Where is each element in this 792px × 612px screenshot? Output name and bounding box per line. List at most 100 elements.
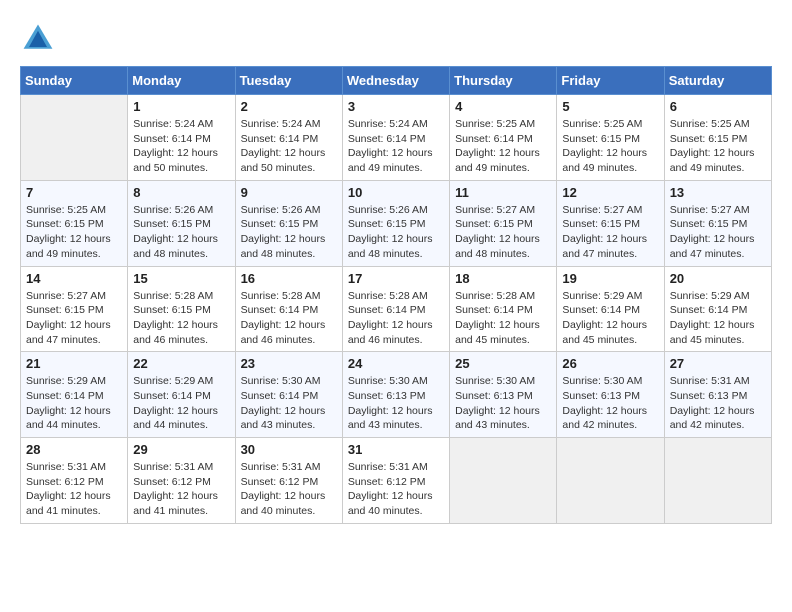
calendar-cell: 2 Sunrise: 5:24 AMSunset: 6:14 PMDaylight… <box>235 95 342 181</box>
calendar-cell: 30 Sunrise: 5:31 AMSunset: 6:12 PMDayligh… <box>235 438 342 524</box>
day-number: 14 <box>26 271 122 286</box>
day-number: 16 <box>241 271 337 286</box>
calendar-cell: 13 Sunrise: 5:27 AMSunset: 6:15 PMDayligh… <box>664 180 771 266</box>
day-number: 19 <box>562 271 658 286</box>
week-row-4: 21 Sunrise: 5:29 AMSunset: 6:14 PMDayligh… <box>21 352 772 438</box>
calendar-table: SundayMondayTuesdayWednesdayThursdayFrid… <box>20 66 772 524</box>
logo-icon <box>20 20 56 56</box>
day-number: 7 <box>26 185 122 200</box>
day-info: Sunrise: 5:24 AMSunset: 6:14 PMDaylight:… <box>348 117 444 176</box>
day-number: 9 <box>241 185 337 200</box>
day-header-saturday: Saturday <box>664 67 771 95</box>
day-info: Sunrise: 5:27 AMSunset: 6:15 PMDaylight:… <box>455 203 551 262</box>
day-number: 25 <box>455 356 551 371</box>
day-number: 24 <box>348 356 444 371</box>
day-number: 28 <box>26 442 122 457</box>
day-info: Sunrise: 5:30 AMSunset: 6:13 PMDaylight:… <box>348 374 444 433</box>
calendar-cell: 24 Sunrise: 5:30 AMSunset: 6:13 PMDayligh… <box>342 352 449 438</box>
calendar-cell: 18Sunrise: 5:28 AMSunset: 6:14 PMDayligh… <box>450 266 557 352</box>
day-info: Sunrise: 5:24 AMSunset: 6:14 PMDaylight:… <box>133 117 229 176</box>
calendar-cell: 17Sunrise: 5:28 AMSunset: 6:14 PMDayligh… <box>342 266 449 352</box>
day-number: 4 <box>455 99 551 114</box>
day-number: 5 <box>562 99 658 114</box>
calendar-cell: 1 Sunrise: 5:24 AMSunset: 6:14 PMDaylight… <box>128 95 235 181</box>
day-info: Sunrise: 5:31 AMSunset: 6:12 PMDaylight:… <box>133 460 229 519</box>
week-row-3: 14Sunrise: 5:27 AMSunset: 6:15 PMDayligh… <box>21 266 772 352</box>
calendar-cell <box>664 438 771 524</box>
calendar-cell: 19 Sunrise: 5:29 AMSunset: 6:14 PMDayligh… <box>557 266 664 352</box>
day-header-wednesday: Wednesday <box>342 67 449 95</box>
day-number: 20 <box>670 271 766 286</box>
day-info: Sunrise: 5:24 AMSunset: 6:14 PMDaylight:… <box>241 117 337 176</box>
week-row-5: 28 Sunrise: 5:31 AMSunset: 6:12 PMDayligh… <box>21 438 772 524</box>
day-info: Sunrise: 5:28 AMSunset: 6:15 PMDaylight:… <box>133 289 229 348</box>
day-info: Sunrise: 5:26 AMSunset: 6:15 PMDaylight:… <box>133 203 229 262</box>
day-header-thursday: Thursday <box>450 67 557 95</box>
day-number: 22 <box>133 356 229 371</box>
calendar-cell: 23Sunrise: 5:30 AMSunset: 6:14 PMDayligh… <box>235 352 342 438</box>
day-number: 15 <box>133 271 229 286</box>
calendar-cell: 5 Sunrise: 5:25 AMSunset: 6:15 PMDaylight… <box>557 95 664 181</box>
calendar-cell <box>21 95 128 181</box>
calendar-cell: 27 Sunrise: 5:31 AMSunset: 6:13 PMDayligh… <box>664 352 771 438</box>
day-info: Sunrise: 5:31 AMSunset: 6:12 PMDaylight:… <box>241 460 337 519</box>
calendar-cell: 8Sunrise: 5:26 AMSunset: 6:15 PMDaylight… <box>128 180 235 266</box>
day-number: 26 <box>562 356 658 371</box>
day-number: 11 <box>455 185 551 200</box>
day-header-friday: Friday <box>557 67 664 95</box>
day-info: Sunrise: 5:26 AMSunset: 6:15 PMDaylight:… <box>241 203 337 262</box>
calendar-cell: 28 Sunrise: 5:31 AMSunset: 6:12 PMDayligh… <box>21 438 128 524</box>
day-info: Sunrise: 5:26 AMSunset: 6:15 PMDaylight:… <box>348 203 444 262</box>
page-header <box>20 20 772 56</box>
day-info: Sunrise: 5:29 AMSunset: 6:14 PMDaylight:… <box>562 289 658 348</box>
day-info: Sunrise: 5:25 AMSunset: 6:15 PMDaylight:… <box>26 203 122 262</box>
day-info: Sunrise: 5:30 AMSunset: 6:13 PMDaylight:… <box>562 374 658 433</box>
day-number: 12 <box>562 185 658 200</box>
calendar-cell: 7 Sunrise: 5:25 AMSunset: 6:15 PMDaylight… <box>21 180 128 266</box>
day-number: 29 <box>133 442 229 457</box>
day-number: 27 <box>670 356 766 371</box>
logo <box>20 20 62 56</box>
day-number: 31 <box>348 442 444 457</box>
day-number: 23 <box>241 356 337 371</box>
day-header-monday: Monday <box>128 67 235 95</box>
day-number: 1 <box>133 99 229 114</box>
day-number: 6 <box>670 99 766 114</box>
calendar-cell: 29 Sunrise: 5:31 AMSunset: 6:12 PMDayligh… <box>128 438 235 524</box>
calendar-cell: 11 Sunrise: 5:27 AMSunset: 6:15 PMDayligh… <box>450 180 557 266</box>
calendar-cell: 3 Sunrise: 5:24 AMSunset: 6:14 PMDaylight… <box>342 95 449 181</box>
day-info: Sunrise: 5:28 AMSunset: 6:14 PMDaylight:… <box>455 289 551 348</box>
day-number: 10 <box>348 185 444 200</box>
day-number: 2 <box>241 99 337 114</box>
calendar-cell: 15 Sunrise: 5:28 AMSunset: 6:15 PMDayligh… <box>128 266 235 352</box>
week-row-1: 1 Sunrise: 5:24 AMSunset: 6:14 PMDaylight… <box>21 95 772 181</box>
calendar-cell: 26 Sunrise: 5:30 AMSunset: 6:13 PMDayligh… <box>557 352 664 438</box>
day-info: Sunrise: 5:25 AMSunset: 6:15 PMDaylight:… <box>562 117 658 176</box>
day-info: Sunrise: 5:27 AMSunset: 6:15 PMDaylight:… <box>670 203 766 262</box>
calendar-cell: 10 Sunrise: 5:26 AMSunset: 6:15 PMDayligh… <box>342 180 449 266</box>
calendar-cell: 9 Sunrise: 5:26 AMSunset: 6:15 PMDaylight… <box>235 180 342 266</box>
day-number: 17 <box>348 271 444 286</box>
day-info: Sunrise: 5:25 AMSunset: 6:15 PMDaylight:… <box>670 117 766 176</box>
calendar-cell: 21 Sunrise: 5:29 AMSunset: 6:14 PMDayligh… <box>21 352 128 438</box>
day-info: Sunrise: 5:29 AMSunset: 6:14 PMDaylight:… <box>26 374 122 433</box>
day-number: 3 <box>348 99 444 114</box>
day-info: Sunrise: 5:31 AMSunset: 6:13 PMDaylight:… <box>670 374 766 433</box>
calendar-cell: 31 Sunrise: 5:31 AMSunset: 6:12 PMDayligh… <box>342 438 449 524</box>
day-info: Sunrise: 5:31 AMSunset: 6:12 PMDaylight:… <box>348 460 444 519</box>
day-number: 13 <box>670 185 766 200</box>
calendar-cell: 6 Sunrise: 5:25 AMSunset: 6:15 PMDaylight… <box>664 95 771 181</box>
day-info: Sunrise: 5:27 AMSunset: 6:15 PMDaylight:… <box>562 203 658 262</box>
day-header-tuesday: Tuesday <box>235 67 342 95</box>
day-info: Sunrise: 5:29 AMSunset: 6:14 PMDaylight:… <box>670 289 766 348</box>
day-info: Sunrise: 5:31 AMSunset: 6:12 PMDaylight:… <box>26 460 122 519</box>
day-number: 30 <box>241 442 337 457</box>
calendar-cell: 20 Sunrise: 5:29 AMSunset: 6:14 PMDayligh… <box>664 266 771 352</box>
day-number: 21 <box>26 356 122 371</box>
day-info: Sunrise: 5:25 AMSunset: 6:14 PMDaylight:… <box>455 117 551 176</box>
calendar-cell <box>557 438 664 524</box>
day-info: Sunrise: 5:28 AMSunset: 6:14 PMDaylight:… <box>241 289 337 348</box>
calendar-cell: 4 Sunrise: 5:25 AMSunset: 6:14 PMDaylight… <box>450 95 557 181</box>
week-row-2: 7 Sunrise: 5:25 AMSunset: 6:15 PMDaylight… <box>21 180 772 266</box>
calendar-cell: 16 Sunrise: 5:28 AMSunset: 6:14 PMDayligh… <box>235 266 342 352</box>
